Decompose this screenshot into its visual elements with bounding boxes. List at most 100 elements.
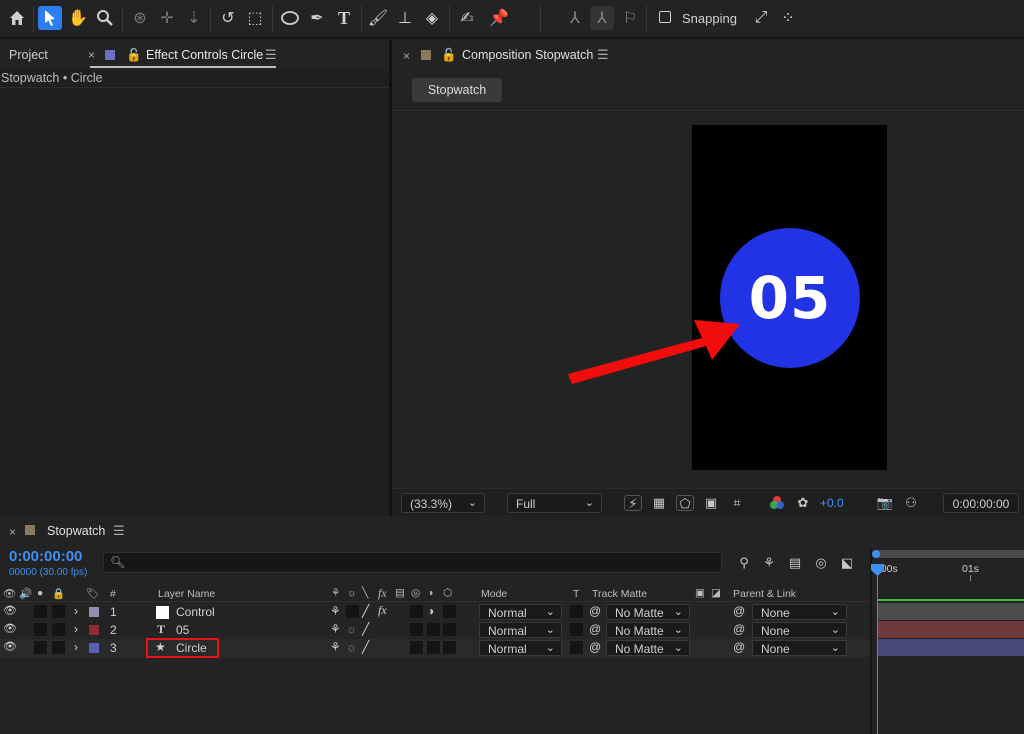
pen-tool-icon[interactable]: ✒ (305, 6, 329, 30)
local-axis-icon[interactable]: ⅄ (563, 6, 587, 30)
audio-icon[interactable]: 🔊 (19, 587, 32, 600)
puppet-pin-icon[interactable]: 📌 (487, 6, 511, 30)
matte-toggle-icon[interactable]: ▣ (695, 587, 705, 599)
snap-expand-icon[interactable]: ⤢ (749, 6, 773, 30)
switch-cell[interactable] (346, 605, 359, 618)
column-mode[interactable]: Mode (481, 588, 507, 600)
hand-tool-icon[interactable]: ✋ (66, 6, 90, 30)
column-number[interactable]: # (110, 588, 116, 600)
visibility-eye-icon[interactable]: 👁 (3, 622, 17, 635)
view-axis-icon[interactable]: ⚐ (618, 6, 642, 30)
shy-icon[interactable]: ⚘ (331, 587, 340, 599)
zoom-dropdown[interactable]: (33.3%) ⌄ (401, 493, 485, 513)
label-tag-icon[interactable]: 🏷 (86, 587, 99, 600)
zoom-tool-icon[interactable] (93, 6, 117, 30)
timeline-timecode[interactable]: 0:00:00:00 (9, 548, 82, 565)
layer-duration-bar[interactable] (877, 639, 1024, 656)
close-icon[interactable]: × (403, 49, 410, 63)
lock-icon[interactable]: 🔒 (52, 587, 65, 600)
motion-blur-icon[interactable]: ◎ (812, 555, 830, 571)
time-ruler[interactable]: 0:00s 01s (872, 548, 1024, 584)
visibility-eye-icon[interactable]: 👁 (3, 604, 17, 617)
preserve-transparency-toggle[interactable] (570, 641, 583, 654)
column-layer-name[interactable]: Layer Name (158, 588, 215, 600)
tab-project[interactable]: Project (9, 48, 48, 62)
lock-toggle[interactable] (52, 641, 65, 654)
solo-toggle[interactable] (34, 605, 47, 618)
layer-duration-bar[interactable] (877, 603, 1024, 620)
tab-timeline[interactable]: Stopwatch (47, 524, 105, 538)
parent-dropdown[interactable]: None ⌄ (752, 604, 847, 620)
graph-editor-icon[interactable]: ⬕ (838, 555, 856, 571)
switch-cell[interactable] (410, 623, 423, 636)
motion-blur-col-icon[interactable]: ◎ (411, 587, 420, 599)
layer-name[interactable]: 05 (176, 623, 189, 637)
frame-blending-icon[interactable]: ▤ (786, 555, 804, 571)
close-icon[interactable]: × (9, 525, 16, 539)
layer-name[interactable]: Control (176, 605, 215, 619)
clone-stamp-icon[interactable]: ⊥ (393, 6, 417, 30)
pickwhip-icon[interactable]: @ (589, 640, 601, 654)
layer-name[interactable]: Circle (176, 641, 207, 655)
work-area-start-handle[interactable] (872, 550, 880, 558)
grid-guides-icon[interactable]: ⌗ (728, 495, 746, 511)
transparency-grid-icon[interactable]: ▦ (650, 495, 668, 511)
home-icon[interactable] (5, 6, 29, 30)
layer-row-circle[interactable]: 👁 › 3 ★ Circle ⚘ ☼ ╱ Normal ⌄ @ No Matte ⌄… (0, 638, 872, 658)
column-t[interactable]: T (573, 588, 579, 600)
work-area-bar[interactable] (876, 550, 1024, 558)
switch-cell[interactable] (443, 623, 456, 636)
parent-dropdown[interactable]: None ⌄ (752, 640, 847, 656)
brush-tool-icon[interactable]: 🖌 (366, 6, 390, 30)
switch-cell[interactable] (410, 641, 423, 654)
adjustment-icon[interactable]: ◑ (427, 587, 433, 599)
mode-dropdown[interactable]: Normal ⌄ (479, 640, 562, 656)
mode-dropdown[interactable]: Normal ⌄ (479, 604, 562, 620)
type-tool-icon[interactable]: T (332, 6, 356, 30)
snap-options-icon[interactable]: ⁘ (776, 6, 800, 30)
collapse-switch-icon[interactable]: ☼ (346, 622, 357, 636)
switch-cell[interactable] (443, 641, 456, 654)
fx-switch-icon[interactable]: fx (378, 603, 387, 618)
switch-cell[interactable] (410, 605, 423, 618)
frame-blend-icon[interactable]: ▤ (395, 587, 405, 599)
solo-toggle[interactable] (34, 641, 47, 654)
expand-chevron-icon[interactable]: › (74, 640, 78, 654)
parent-dropdown[interactable]: None ⌄ (752, 622, 847, 638)
panel-menu-icon[interactable]: ☰ (265, 47, 277, 63)
shy-switch-icon[interactable]: ⚘ (330, 622, 341, 636)
playhead-handle[interactable] (871, 564, 884, 576)
expand-chevron-icon[interactable]: › (74, 604, 78, 618)
close-icon[interactable]: × (88, 48, 95, 62)
reset-exposure-icon[interactable]: ✿ (794, 495, 812, 511)
column-track-matte[interactable]: Track Matte (592, 588, 647, 600)
layer-row-control[interactable]: 👁 › 1 Control ⚘ ╱ fx ◑ Normal ⌄ @ No Matt… (0, 603, 872, 621)
track-matte-dropdown[interactable]: No Matte ⌄ (606, 604, 690, 620)
layer-label-color[interactable] (89, 607, 99, 617)
selection-tool-icon[interactable] (38, 6, 62, 30)
draft-3d-icon[interactable]: ⚘ (760, 555, 778, 571)
playhead[interactable] (877, 570, 878, 734)
comp-nav-button[interactable]: Stopwatch (412, 78, 502, 102)
quality-switch-icon[interactable]: ╱ (362, 622, 369, 636)
rotation-tool-icon[interactable]: ↺ (216, 6, 240, 30)
preserve-transparency-toggle[interactable] (570, 605, 583, 618)
quality-icon[interactable]: ╲ (362, 587, 368, 599)
lock-toggle[interactable] (52, 605, 65, 618)
lock-icon[interactable]: 🔓 (441, 48, 457, 63)
pickwhip-icon[interactable]: @ (589, 604, 601, 618)
visibility-eye-icon[interactable]: 👁 (3, 640, 17, 653)
parent-pickwhip-icon[interactable]: @ (733, 622, 745, 636)
quality-switch-icon[interactable]: ╱ (362, 604, 369, 618)
shy-switch-icon[interactable]: ⚘ (330, 604, 341, 618)
channels-icon[interactable] (768, 495, 786, 511)
snapshot-icon[interactable]: 📷 (876, 495, 894, 511)
pan-behind-icon[interactable]: ⬚ (243, 6, 267, 30)
eye-icon[interactable]: 👁 (3, 587, 16, 600)
world-axis-icon[interactable]: ⅄ (590, 6, 614, 30)
tab-composition[interactable]: Composition Stopwatch (462, 48, 593, 62)
show-snapshot-icon[interactable]: ⚇ (902, 495, 920, 511)
preserve-transparency-toggle[interactable] (570, 623, 583, 636)
shy-switch-icon[interactable]: ⚘ (330, 640, 341, 654)
collapse-switch-icon[interactable]: ☼ (346, 640, 357, 654)
